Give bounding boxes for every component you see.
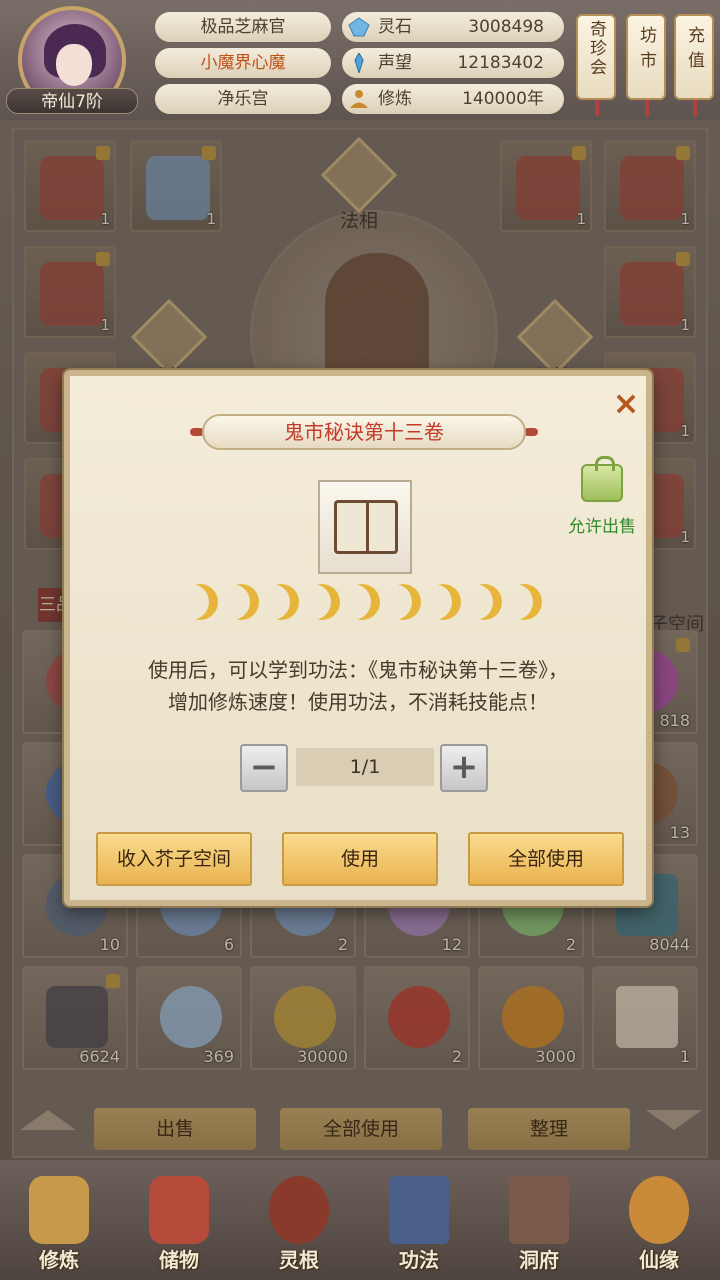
- nav-techniques[interactable]: 功法: [364, 1160, 474, 1280]
- spirit-stone-icon: [348, 17, 370, 37]
- fate-gourd-icon: [629, 1176, 689, 1244]
- nav-spirit-root[interactable]: 灵根: [244, 1160, 354, 1280]
- crescent-moon-icon: [223, 584, 259, 620]
- treasure-fair-label: 奇珍会: [586, 20, 606, 77]
- resource-label: 灵石: [378, 17, 412, 37]
- tassel-icon: [645, 100, 649, 116]
- nav-label: 灵根: [279, 1248, 319, 1272]
- technique-book-icon: [389, 1176, 449, 1244]
- sell-permission: 允许出售: [562, 456, 642, 544]
- nav-label: 洞府: [519, 1248, 559, 1272]
- recharge-label: 充值: [684, 26, 704, 76]
- crescent-moon-icon: [344, 584, 380, 620]
- top-bar: 帝仙7阶 极品芝麻官 小魔界心魔 净乐宫 灵石 3008498 声望 12183…: [0, 0, 720, 120]
- description-line: 增加修炼速度！使用功法，不消耗技能点！: [168, 690, 548, 714]
- crescent-moon-icon: [304, 584, 340, 620]
- book-icon: [334, 500, 398, 554]
- nav-cave[interactable]: 洞府: [484, 1160, 594, 1280]
- market-button[interactable]: 坊市: [626, 14, 666, 116]
- market-label: 坊市: [636, 26, 656, 76]
- resource-value: 12183402: [457, 53, 544, 73]
- use-button[interactable]: 使用: [282, 832, 438, 886]
- decrease-button[interactable]: −: [240, 744, 288, 792]
- crescent-moon-icon: [466, 584, 502, 620]
- increase-button[interactable]: +: [440, 744, 488, 792]
- resource-label: 声望: [378, 53, 412, 73]
- use-all-button[interactable]: 全部使用: [468, 832, 624, 886]
- close-icon[interactable]: ×: [610, 387, 642, 420]
- nav-label: 仙缘: [639, 1248, 679, 1272]
- storage-bag-icon: [149, 1176, 209, 1244]
- cave-dwelling-icon: [509, 1176, 569, 1244]
- nav-fate[interactable]: 仙缘: [604, 1160, 714, 1280]
- nav-storage[interactable]: 储物: [124, 1160, 234, 1280]
- quality-moons: [182, 582, 546, 622]
- crescent-moon-icon: [182, 584, 218, 620]
- sell-status: 允许出售: [568, 517, 636, 537]
- store-button[interactable]: 收入芥子空间: [96, 832, 252, 886]
- item-title: 鬼市秘诀第十三卷: [202, 414, 526, 450]
- meditation-icon: [350, 90, 368, 108]
- player-rank: 帝仙7阶: [6, 88, 138, 114]
- crescent-moon-icon: [506, 584, 542, 620]
- nav-label: 储物: [159, 1248, 199, 1272]
- title-ornament-icon: [524, 428, 538, 436]
- resource-cultivation: 修炼 140000年: [342, 84, 564, 114]
- quantity-stepper: − 1/1 +: [240, 742, 490, 792]
- title-2[interactable]: 小魔界心魔: [155, 48, 331, 78]
- treasure-fair-button[interactable]: 奇珍会: [576, 14, 616, 116]
- cultivation-icon: [29, 1176, 89, 1244]
- item-detail-modal: × 鬼市秘诀第十三卷 允许出售 使用后，可以学到功法：《鬼市秘诀第十三卷》， 增…: [64, 370, 652, 906]
- recharge-button[interactable]: 充值: [674, 14, 714, 116]
- item-preview: [318, 480, 412, 574]
- prestige-icon: [354, 53, 364, 73]
- resource-prestige: 声望 12183402: [342, 48, 564, 78]
- crescent-moon-icon: [425, 584, 461, 620]
- tassel-icon: [693, 100, 697, 116]
- resource-value: 3008498: [468, 17, 544, 37]
- quantity-value[interactable]: 1/1: [296, 748, 434, 786]
- bottom-nav: 修炼 储物 灵根 功法 洞府 仙缘: [0, 1160, 720, 1280]
- item-description: 使用后，可以学到功法：《鬼市秘诀第十三卷》， 增加修炼速度！使用功法，不消耗技能…: [90, 654, 626, 718]
- description-line: 使用后，可以学到功法：《鬼市秘诀第十三卷》，: [148, 658, 568, 682]
- nav-label: 修炼: [39, 1248, 79, 1272]
- tassel-icon: [595, 100, 599, 116]
- crescent-moon-icon: [263, 584, 299, 620]
- resource-value: 140000年: [462, 89, 544, 109]
- resource-spirit-stone: 灵石 3008498: [342, 12, 564, 42]
- nav-cultivation[interactable]: 修炼: [4, 1160, 114, 1280]
- crescent-moon-icon: [385, 584, 421, 620]
- nav-label: 功法: [399, 1248, 439, 1272]
- title-1[interactable]: 极品芝麻官: [155, 12, 331, 42]
- title-3[interactable]: 净乐宫: [155, 84, 331, 114]
- spirit-root-icon: [269, 1176, 329, 1244]
- unlocked-icon: [581, 456, 623, 502]
- avatar-face: [56, 44, 92, 86]
- resource-label: 修炼: [378, 89, 412, 109]
